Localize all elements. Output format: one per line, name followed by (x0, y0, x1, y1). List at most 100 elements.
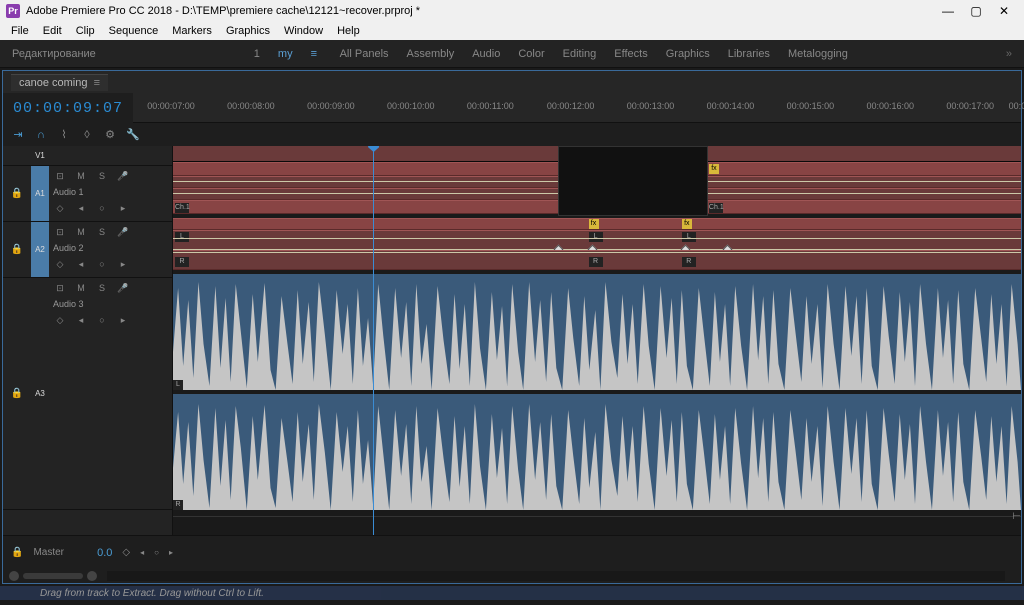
menu-sequence[interactable]: Sequence (102, 25, 166, 37)
waveform-a3-r[interactable]: R (173, 394, 1021, 510)
marker-icon[interactable]: ◊ (80, 128, 94, 142)
horizontal-scrollbar[interactable] (107, 571, 1005, 581)
master-label: Master (33, 547, 64, 558)
master-value[interactable]: 0.0 (74, 547, 112, 559)
rubber-band[interactable] (173, 252, 1021, 253)
keyframe-icon[interactable]: ◇ (53, 203, 67, 214)
app-icon: Pr (6, 4, 20, 18)
track-name-a1: Audio 1 (53, 187, 84, 197)
mute-button[interactable]: M (74, 283, 88, 293)
current-timecode[interactable]: 00:00:09:07 (3, 100, 133, 117)
workspace-audio[interactable]: Audio (472, 48, 500, 60)
workspace-color[interactable]: Color (518, 48, 544, 60)
clip-a2-r[interactable]: R R R (173, 250, 1021, 270)
playhead[interactable] (373, 146, 374, 535)
track-toggle-icon[interactable]: ⊡ (53, 283, 67, 294)
next-keyframe-icon[interactable]: ▸ (116, 315, 130, 326)
scroll-range[interactable]: ⊩ ⊢ (173, 516, 1021, 522)
keyframe-icon[interactable]: ◇ (53, 315, 67, 326)
program-thumbnail[interactable] (558, 146, 708, 216)
solo-button[interactable]: S (95, 227, 109, 237)
wrench-icon[interactable]: 🔧 (126, 128, 140, 142)
workspace-metalogging[interactable]: Metalogging (788, 48, 848, 60)
keyframe-icon[interactable]: ◇ (122, 547, 130, 558)
prev-keyframe-icon[interactable]: ◂ (74, 203, 88, 214)
sequence-name: canoe coming (19, 77, 88, 89)
keyframe-icon[interactable]: ◇ (53, 259, 67, 270)
track-body[interactable]: fx Ch.1 Ch.1 fx fx L L L (173, 146, 1021, 535)
add-keyframe-icon[interactable]: ○ (95, 203, 109, 213)
range-end-icon[interactable]: ⊢ (1012, 511, 1021, 522)
minimize-button[interactable]: — (934, 4, 962, 18)
next-keyframe-icon[interactable]: ▸ (116, 259, 130, 270)
time-ruler[interactable]: 00:00:07:00 00:00:08:00 00:00:09:00 00:0… (133, 93, 1021, 123)
voice-icon[interactable]: 🎤 (116, 171, 130, 182)
add-keyframe-icon[interactable]: ○ (154, 548, 159, 557)
lock-icon[interactable]: 🔒 (3, 222, 31, 277)
fx-badge[interactable]: fx (682, 219, 692, 229)
fx-badge[interactable]: fx (589, 219, 599, 229)
voice-icon[interactable]: 🎤 (116, 227, 130, 238)
workspace-editing[interactable]: Редактирование (12, 48, 96, 60)
snap-icon[interactable]: ⇥ (11, 128, 25, 142)
close-button[interactable]: ✕ (990, 4, 1018, 18)
workspace-editing2[interactable]: Editing (563, 48, 597, 60)
solo-button[interactable]: S (95, 171, 109, 181)
title-bar: Pr Adobe Premiere Pro CC 2018 - D:\TEMP\… (0, 0, 1024, 22)
mute-button[interactable]: M (74, 171, 88, 181)
prev-keyframe-icon[interactable]: ◂ (140, 548, 144, 557)
menu-edit[interactable]: Edit (36, 25, 69, 37)
waveform-a3-l[interactable]: L (173, 274, 1021, 390)
link-icon[interactable]: ⌇ (57, 128, 71, 142)
next-keyframe-icon[interactable]: ▸ (116, 203, 130, 214)
clip-a2-l-head[interactable]: fx fx (173, 218, 1021, 230)
track-toggle-icon[interactable]: ⊡ (53, 171, 67, 182)
lock-icon[interactable] (3, 146, 31, 165)
track-id-a3[interactable]: A3 (31, 278, 49, 509)
workspace-overflow-icon[interactable]: » (1006, 48, 1012, 60)
menu-graphics[interactable]: Graphics (219, 25, 277, 37)
lock-icon[interactable]: 🔒 (3, 278, 31, 509)
menu-clip[interactable]: Clip (69, 25, 102, 37)
menu-file[interactable]: File (4, 25, 36, 37)
add-keyframe-icon[interactable]: ○ (95, 315, 109, 325)
mute-button[interactable]: M (74, 227, 88, 237)
solo-button[interactable]: S (95, 283, 109, 293)
track-header-a2[interactable]: 🔒 A2 ⊡ M S 🎤 Audio 2 ◇ ◂ ○ ▸ (3, 222, 172, 278)
track-id-a2[interactable]: A2 (31, 222, 49, 277)
add-keyframe-icon[interactable]: ○ (95, 259, 109, 269)
workspace-my[interactable]: my (278, 48, 293, 60)
settings-icon[interactable]: ⚙ (103, 128, 117, 142)
workspace-effects[interactable]: Effects (614, 48, 647, 60)
fx-badge[interactable]: fx (709, 164, 719, 174)
workspace-libraries[interactable]: Libraries (728, 48, 770, 60)
track-id-a1[interactable]: A1 (31, 166, 49, 221)
workspace-graphics[interactable]: Graphics (666, 48, 710, 60)
lock-icon[interactable]: 🔒 (3, 166, 31, 221)
zoom-in-handle[interactable] (87, 571, 97, 581)
menu-help[interactable]: Help (330, 25, 367, 37)
menu-markers[interactable]: Markers (165, 25, 219, 37)
workspace-menu-icon[interactable]: ≡ (311, 48, 322, 60)
sequence-tab[interactable]: canoe coming ≡ (11, 74, 108, 91)
voice-icon[interactable]: 🎤 (116, 283, 130, 294)
prev-keyframe-icon[interactable]: ◂ (74, 259, 88, 270)
workspace-assembly[interactable]: Assembly (407, 48, 455, 60)
tab-menu-icon[interactable]: ≡ (94, 77, 100, 89)
menu-window[interactable]: Window (277, 25, 330, 37)
maximize-button[interactable]: ▢ (962, 4, 990, 18)
track-header-a1[interactable]: 🔒 A1 ⊡ M S 🎤 Audio 1 ◇ ◂ ○ ▸ (3, 166, 172, 222)
magnet-icon[interactable]: ∩ (34, 128, 48, 142)
zoom-slider[interactable] (23, 573, 83, 579)
zoom-out-handle[interactable] (9, 571, 19, 581)
rubber-band[interactable] (173, 238, 1021, 239)
workspace-allpanels[interactable]: All Panels (340, 48, 389, 60)
track-toggle-icon[interactable]: ⊡ (53, 227, 67, 238)
track-id-v1[interactable]: V1 (31, 146, 49, 165)
lock-icon[interactable]: 🔒 (11, 547, 23, 558)
next-keyframe-icon[interactable]: ▸ (169, 548, 173, 557)
track-header-a3[interactable]: 🔒 A3 ⊡ M S 🎤 Audio 3 ◇ ◂ ○ ▸ (3, 278, 172, 510)
clip-a2-l[interactable]: L L L (173, 230, 1021, 250)
track-header-v1[interactable]: V1 (3, 146, 172, 166)
prev-keyframe-icon[interactable]: ◂ (74, 315, 88, 326)
